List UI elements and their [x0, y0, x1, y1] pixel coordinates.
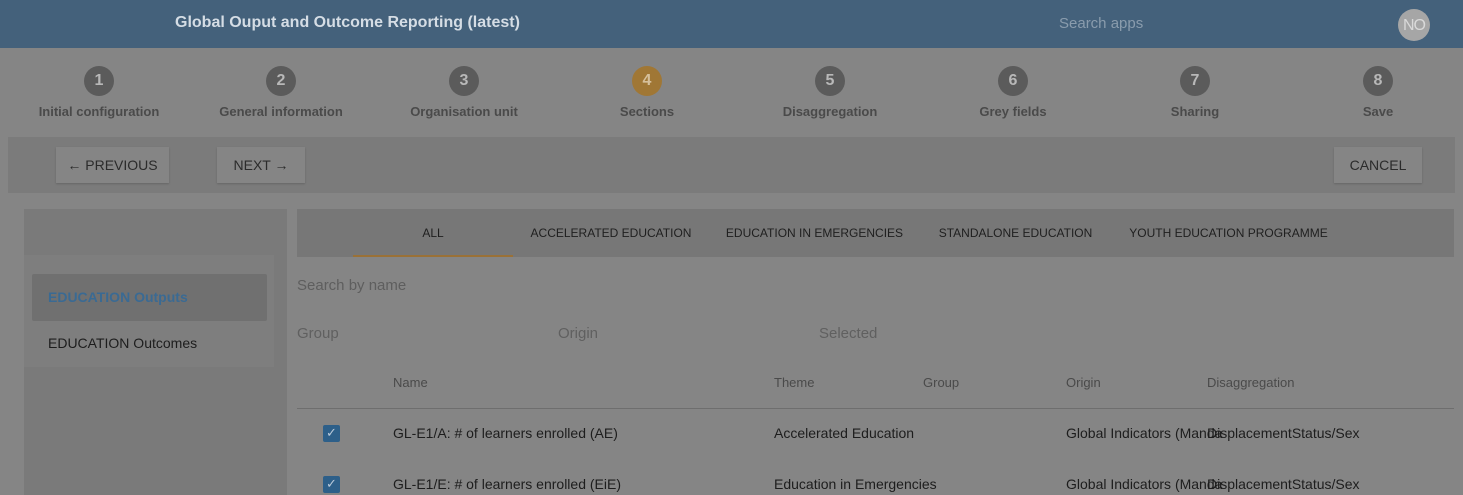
column-header-disaggregation[interactable]: Disaggregation — [1207, 375, 1294, 390]
step-number: 6 — [998, 66, 1028, 96]
row-theme: Accelerated Education — [774, 425, 915, 441]
user-avatar[interactable]: NO — [1398, 9, 1430, 41]
search-apps-input[interactable]: Search apps — [1059, 15, 1143, 32]
step-label: Disaggregation — [782, 104, 878, 119]
tab-education-in-emergencies[interactable]: EDUCATION IN EMERGENCIES — [721, 209, 908, 257]
step-sections[interactable]: 4 Sections — [556, 66, 738, 119]
tab-standalone-education[interactable]: STANDALONE EDUCATION — [930, 209, 1101, 257]
row-name: GL-E1/E: # of learners enrolled (EiE) — [393, 476, 621, 492]
row-origin: Global Indicators (Manda — [1066, 476, 1223, 492]
next-button[interactable]: NEXT → — [217, 147, 305, 183]
step-label: Sections — [619, 104, 675, 119]
step-grey-fields[interactable]: 6 Grey fields — [922, 66, 1104, 119]
step-number: 1 — [84, 66, 114, 96]
step-label: General information — [219, 104, 343, 119]
step-disaggregation[interactable]: 5 Disaggregation — [739, 66, 921, 119]
sidebar-item-education-outputs[interactable]: EDUCATION Outputs — [32, 274, 267, 321]
row-checkbox[interactable]: ✓ — [323, 476, 340, 493]
wizard-stepper: 1 Initial configuration 2 General inform… — [0, 48, 1463, 137]
sidebar-item-education-outcomes[interactable]: EDUCATION Outcomes — [32, 320, 267, 367]
step-organisation-unit[interactable]: 3 Organisation unit — [373, 66, 555, 119]
theme-tabs: ALL ACCELERATED EDUCATION EDUCATION IN E… — [297, 209, 1454, 257]
tab-all[interactable]: ALL — [353, 209, 513, 257]
tab-youth-education-programme[interactable]: YOUTH EDUCATION PROGRAMME — [1123, 209, 1334, 257]
step-sharing[interactable]: 7 Sharing — [1104, 66, 1286, 119]
table-row[interactable]: ✓ GL-E1/E: # of learners enrolled (EiE) … — [297, 460, 1454, 495]
row-disaggregation: DisplacementStatus/Sex — [1207, 425, 1360, 441]
column-header-theme[interactable]: Theme — [774, 375, 814, 390]
step-number: 8 — [1363, 66, 1393, 96]
row-theme: Education in Emergencies — [774, 476, 937, 492]
previous-button[interactable]: ← PREVIOUS — [56, 147, 169, 183]
row-disaggregation: DisplacementStatus/Sex — [1207, 476, 1360, 492]
column-header-group[interactable]: Group — [923, 375, 959, 390]
cancel-button[interactable]: CANCEL — [1334, 147, 1422, 183]
selected-filter[interactable]: Selected — [819, 325, 877, 342]
step-label: Initial configuration — [38, 104, 160, 119]
step-save[interactable]: 8 Save — [1287, 66, 1463, 119]
step-number: 3 — [449, 66, 479, 96]
group-filter[interactable]: Group — [297, 325, 339, 342]
origin-filter[interactable]: Origin — [558, 325, 598, 342]
step-initial-configuration[interactable]: 1 Initial configuration — [8, 66, 190, 119]
row-name: GL-E1/A: # of learners enrolled (AE) — [393, 425, 618, 441]
app-header: Global Ouput and Outcome Reporting (late… — [0, 0, 1463, 48]
search-by-name-input[interactable]: Search by name — [297, 277, 406, 294]
app-title: Global Ouput and Outcome Reporting (late… — [175, 14, 520, 31]
step-number: 4 — [632, 66, 662, 96]
tab-accelerated-education[interactable]: ACCELERATED EDUCATION — [523, 209, 699, 257]
step-number: 5 — [815, 66, 845, 96]
sections-sidebar: EDUCATION Outputs EDUCATION Outcomes — [24, 209, 287, 495]
step-label: Grey fields — [979, 104, 1047, 119]
column-header-origin[interactable]: Origin — [1066, 375, 1101, 390]
table-header: Name Theme Group Origin Disaggregation — [297, 375, 1454, 409]
section-content: ALL ACCELERATED EDUCATION EDUCATION IN E… — [297, 209, 1455, 495]
row-origin: Global Indicators (Manda — [1066, 425, 1223, 441]
step-number: 7 — [1180, 66, 1210, 96]
column-header-name[interactable]: Name — [393, 375, 428, 390]
row-checkbox[interactable]: ✓ — [323, 425, 340, 442]
step-number: 2 — [266, 66, 296, 96]
wizard-nav-bar: ← PREVIOUS NEXT → CANCEL — [8, 137, 1455, 193]
step-label: Sharing — [1170, 104, 1220, 119]
step-general-information[interactable]: 2 General information — [190, 66, 372, 119]
step-label: Save — [1362, 104, 1394, 119]
table-row[interactable]: ✓ GL-E1/A: # of learners enrolled (AE) A… — [297, 409, 1454, 459]
step-label: Organisation unit — [410, 104, 518, 119]
